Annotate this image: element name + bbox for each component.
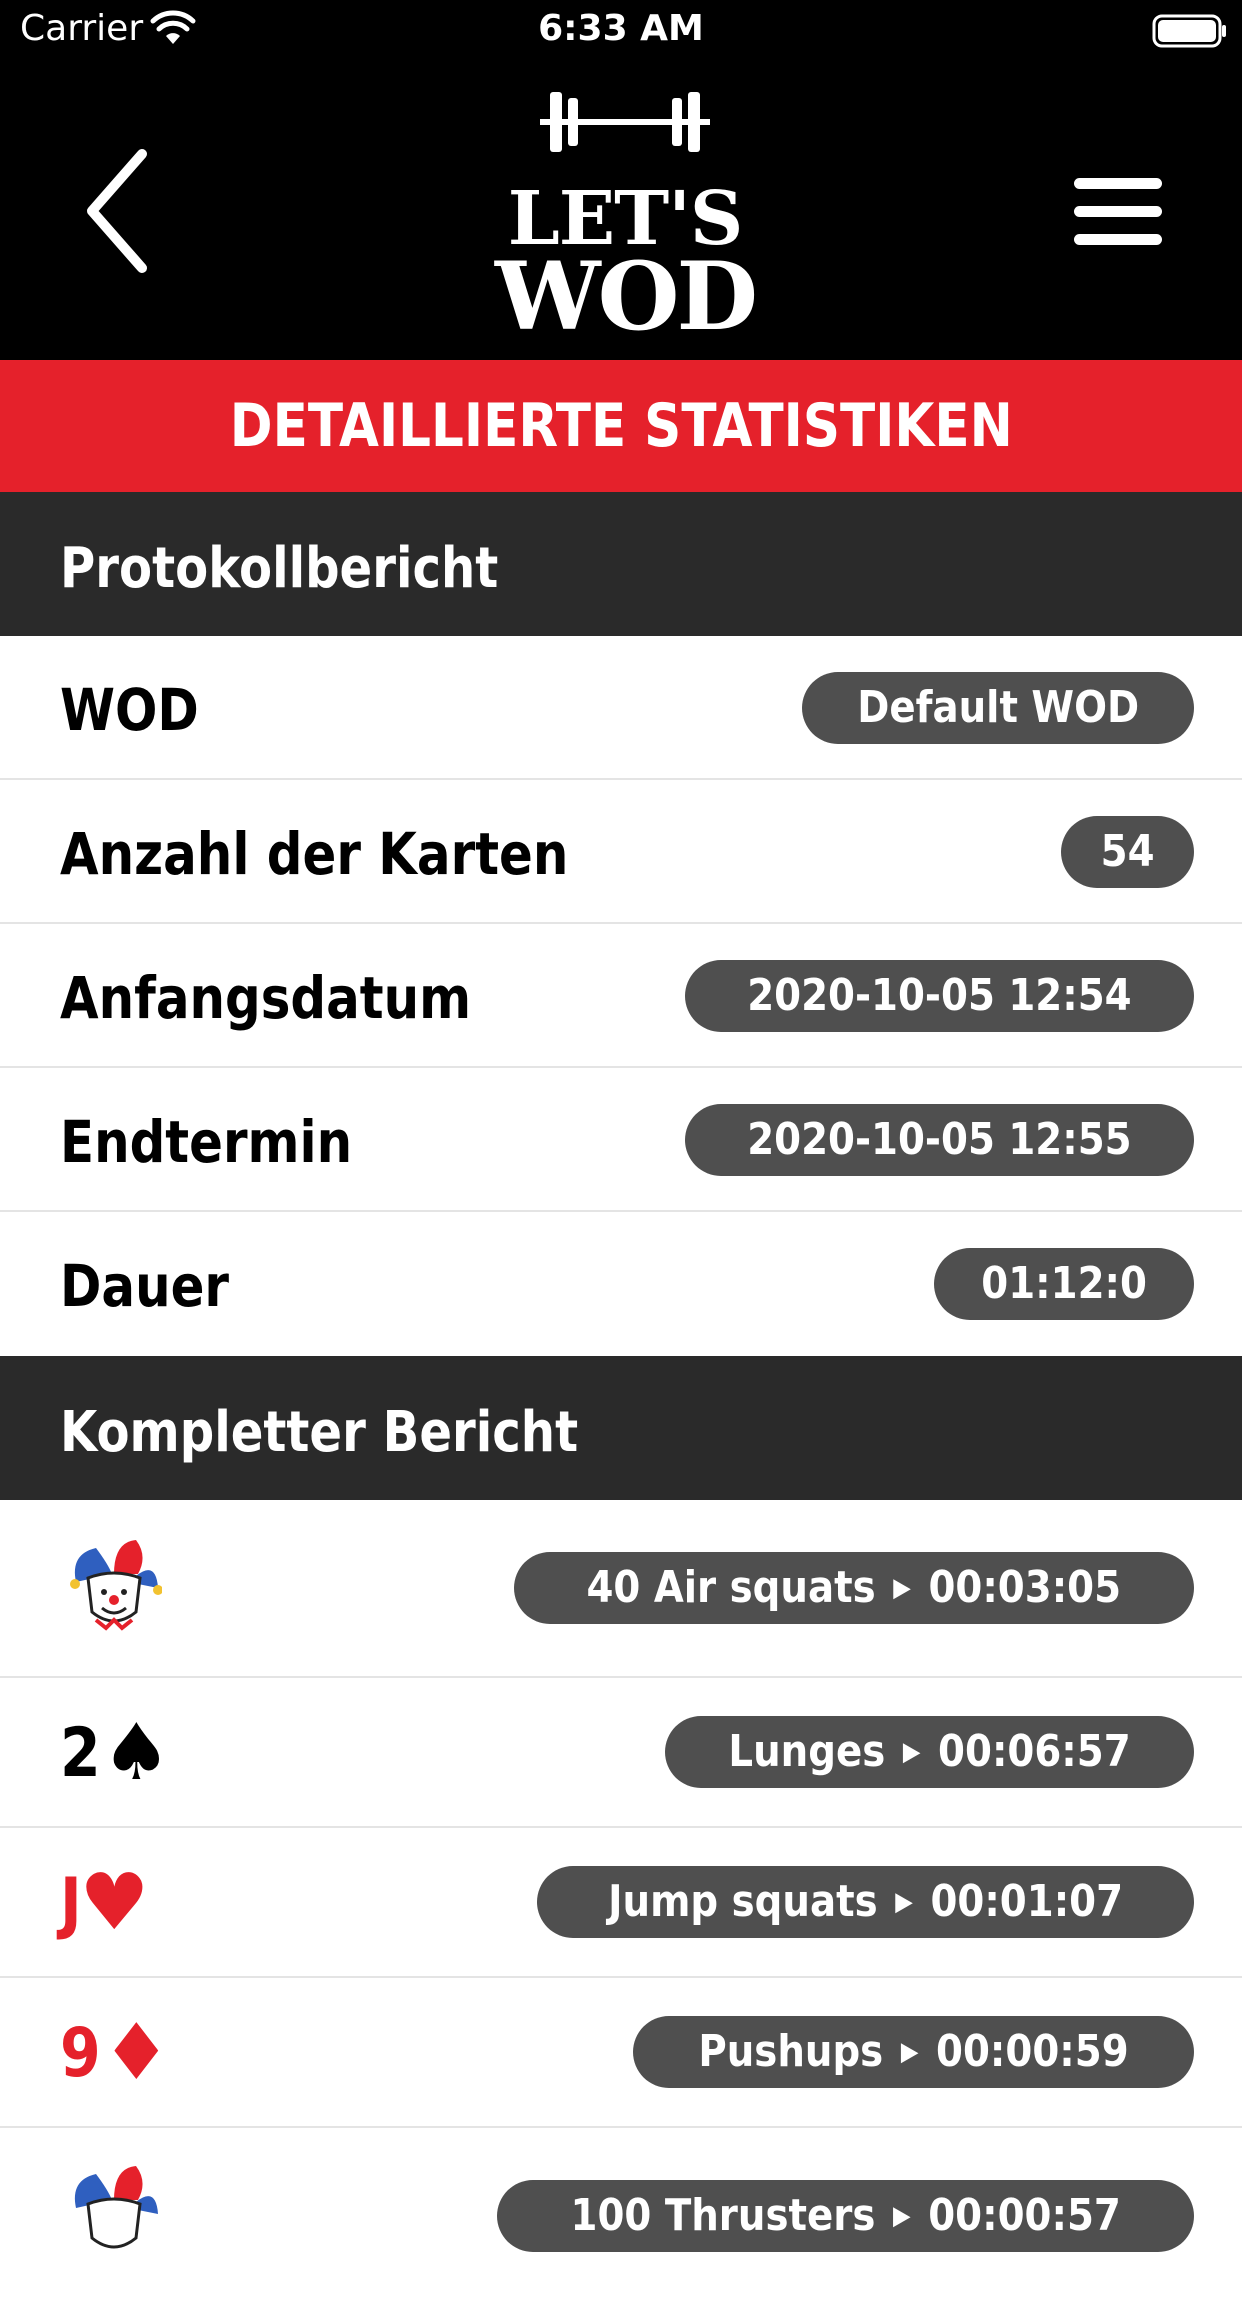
diamond-icon: ♦ — [101, 2008, 172, 2098]
barbell-icon — [540, 92, 710, 152]
stat-label: WOD — [60, 676, 199, 744]
stat-value-badge: 54 — [1060, 816, 1194, 888]
app-logo: LET'S WOD — [480, 82, 770, 352]
card-rank: 9 — [60, 2013, 101, 2093]
section-title: Protokollbericht — [60, 536, 499, 601]
section-header-protocol: Protokollbericht — [0, 492, 1242, 636]
clock: 6:33 AM — [538, 8, 704, 49]
exercise-time-badge: Lunges ▶ 00:06:57 — [664, 1716, 1194, 1788]
play-arrow-icon: ▶ — [893, 1573, 912, 1603]
report-row[interactable]: 9 ♦ Pushups ▶ 00:00:59 — [0, 1978, 1242, 2128]
heart-icon: ♥ — [79, 1858, 150, 1948]
page-title-banner: DETAILLIERTE STATISTIKEN — [0, 360, 1242, 492]
play-arrow-icon: ▶ — [895, 1887, 913, 1917]
card-rank: J — [60, 1863, 82, 1943]
chevron-left-icon — [87, 149, 147, 273]
stat-value-badge: 2020-10-05 12:54 — [685, 960, 1194, 1032]
exercise-time-badge: 100 Thrusters ▶ 00:00:57 — [496, 2180, 1194, 2252]
report-row[interactable]: 100 Thrusters ▶ 00:00:57 — [0, 2128, 1242, 2304]
status-bar: Carrier 6:33 AM — [0, 0, 1242, 62]
spade-icon: ♠ — [101, 1708, 172, 1798]
playing-card: 9 ♦ — [60, 2008, 171, 2098]
stat-value-badge: 01:12:0 — [933, 1248, 1194, 1320]
stat-row-end-date: Endtermin 2020-10-05 12:55 — [0, 1068, 1242, 1212]
playing-card: 2 ♠ — [60, 1708, 171, 1798]
section-title: Kompletter Bericht — [60, 1400, 579, 1465]
stat-label: Endtermin — [60, 1108, 353, 1176]
play-arrow-icon: ▶ — [902, 1737, 921, 1767]
page-title: DETAILLIERTE STATISTIKEN — [229, 391, 1013, 461]
report-row[interactable]: J ♥ Jump squats ▶ 00:01:07 — [0, 1828, 1242, 1978]
stat-value-badge: 2020-10-05 12:55 — [685, 1104, 1194, 1176]
exercise-time-badge: Jump squats ▶ 00:01:07 — [536, 1866, 1194, 1938]
logo-line-2: WOD — [495, 242, 758, 352]
battery-icon — [1152, 14, 1228, 53]
stat-row-card-count: Anzahl der Karten 54 — [0, 780, 1242, 924]
report-row[interactable]: 40 Air squats ▶ 00:03:05 — [0, 1500, 1242, 1678]
menu-button[interactable] — [1070, 172, 1166, 252]
report-row[interactable]: 2 ♠ Lunges ▶ 00:06:57 — [0, 1678, 1242, 1828]
play-arrow-icon: ▶ — [900, 2037, 919, 2067]
jester-icon — [74, 2166, 158, 2249]
stat-row-start-date: Anfangsdatum 2020-10-05 12:54 — [0, 924, 1242, 1068]
jester-icon — [70, 1540, 162, 1631]
card-rank: 2 — [60, 1713, 101, 1793]
stat-label: Anzahl der Karten — [60, 820, 569, 888]
exercise-time-badge: Pushups ▶ 00:00:59 — [633, 2016, 1194, 2088]
nav-bar: LET'S WOD — [0, 62, 1242, 360]
hamburger-menu-icon — [1074, 178, 1162, 245]
stat-label: Dauer — [60, 1252, 230, 1320]
back-button[interactable] — [80, 146, 170, 276]
stat-value-badge: Default WOD — [801, 672, 1194, 744]
stat-row-wod: WOD Default WOD — [0, 636, 1242, 780]
section-header-complete: Kompletter Bericht — [0, 1356, 1242, 1500]
stat-label: Anfangsdatum — [60, 964, 472, 1032]
exercise-time-badge: 40 Air squats ▶ 00:03:05 — [514, 1552, 1194, 1624]
stat-row-duration: Dauer 01:12:0 — [0, 1212, 1242, 1356]
playing-card: J ♥ — [60, 1858, 149, 1948]
play-arrow-icon: ▶ — [892, 2201, 911, 2231]
